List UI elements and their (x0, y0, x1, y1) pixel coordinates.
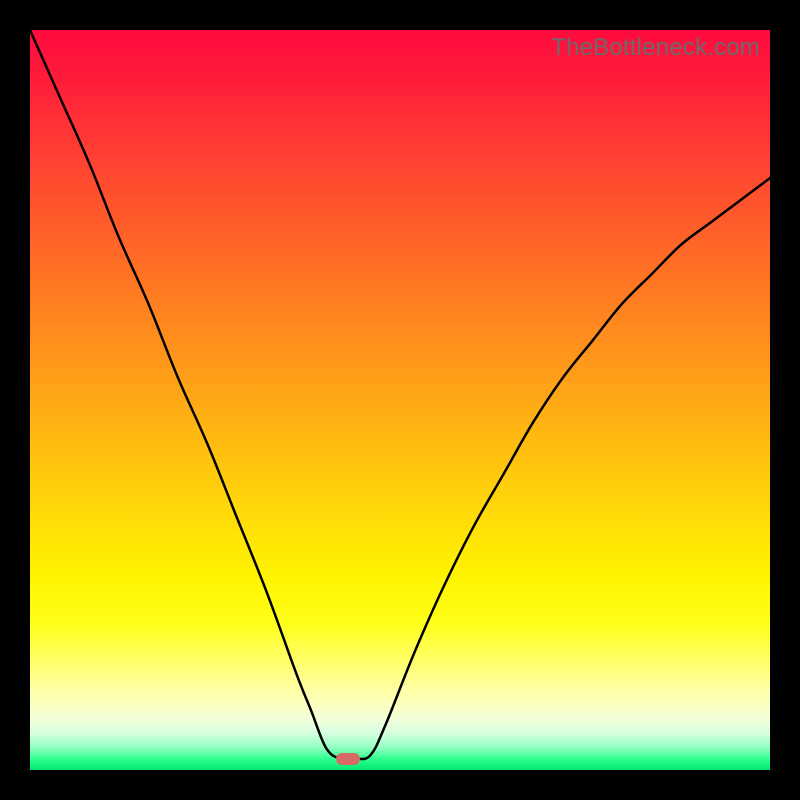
plot-area: TheBottleneck.com (30, 30, 770, 770)
bottleneck-curve (30, 30, 770, 770)
chart-frame: TheBottleneck.com (0, 0, 800, 800)
minimum-marker (336, 753, 360, 765)
